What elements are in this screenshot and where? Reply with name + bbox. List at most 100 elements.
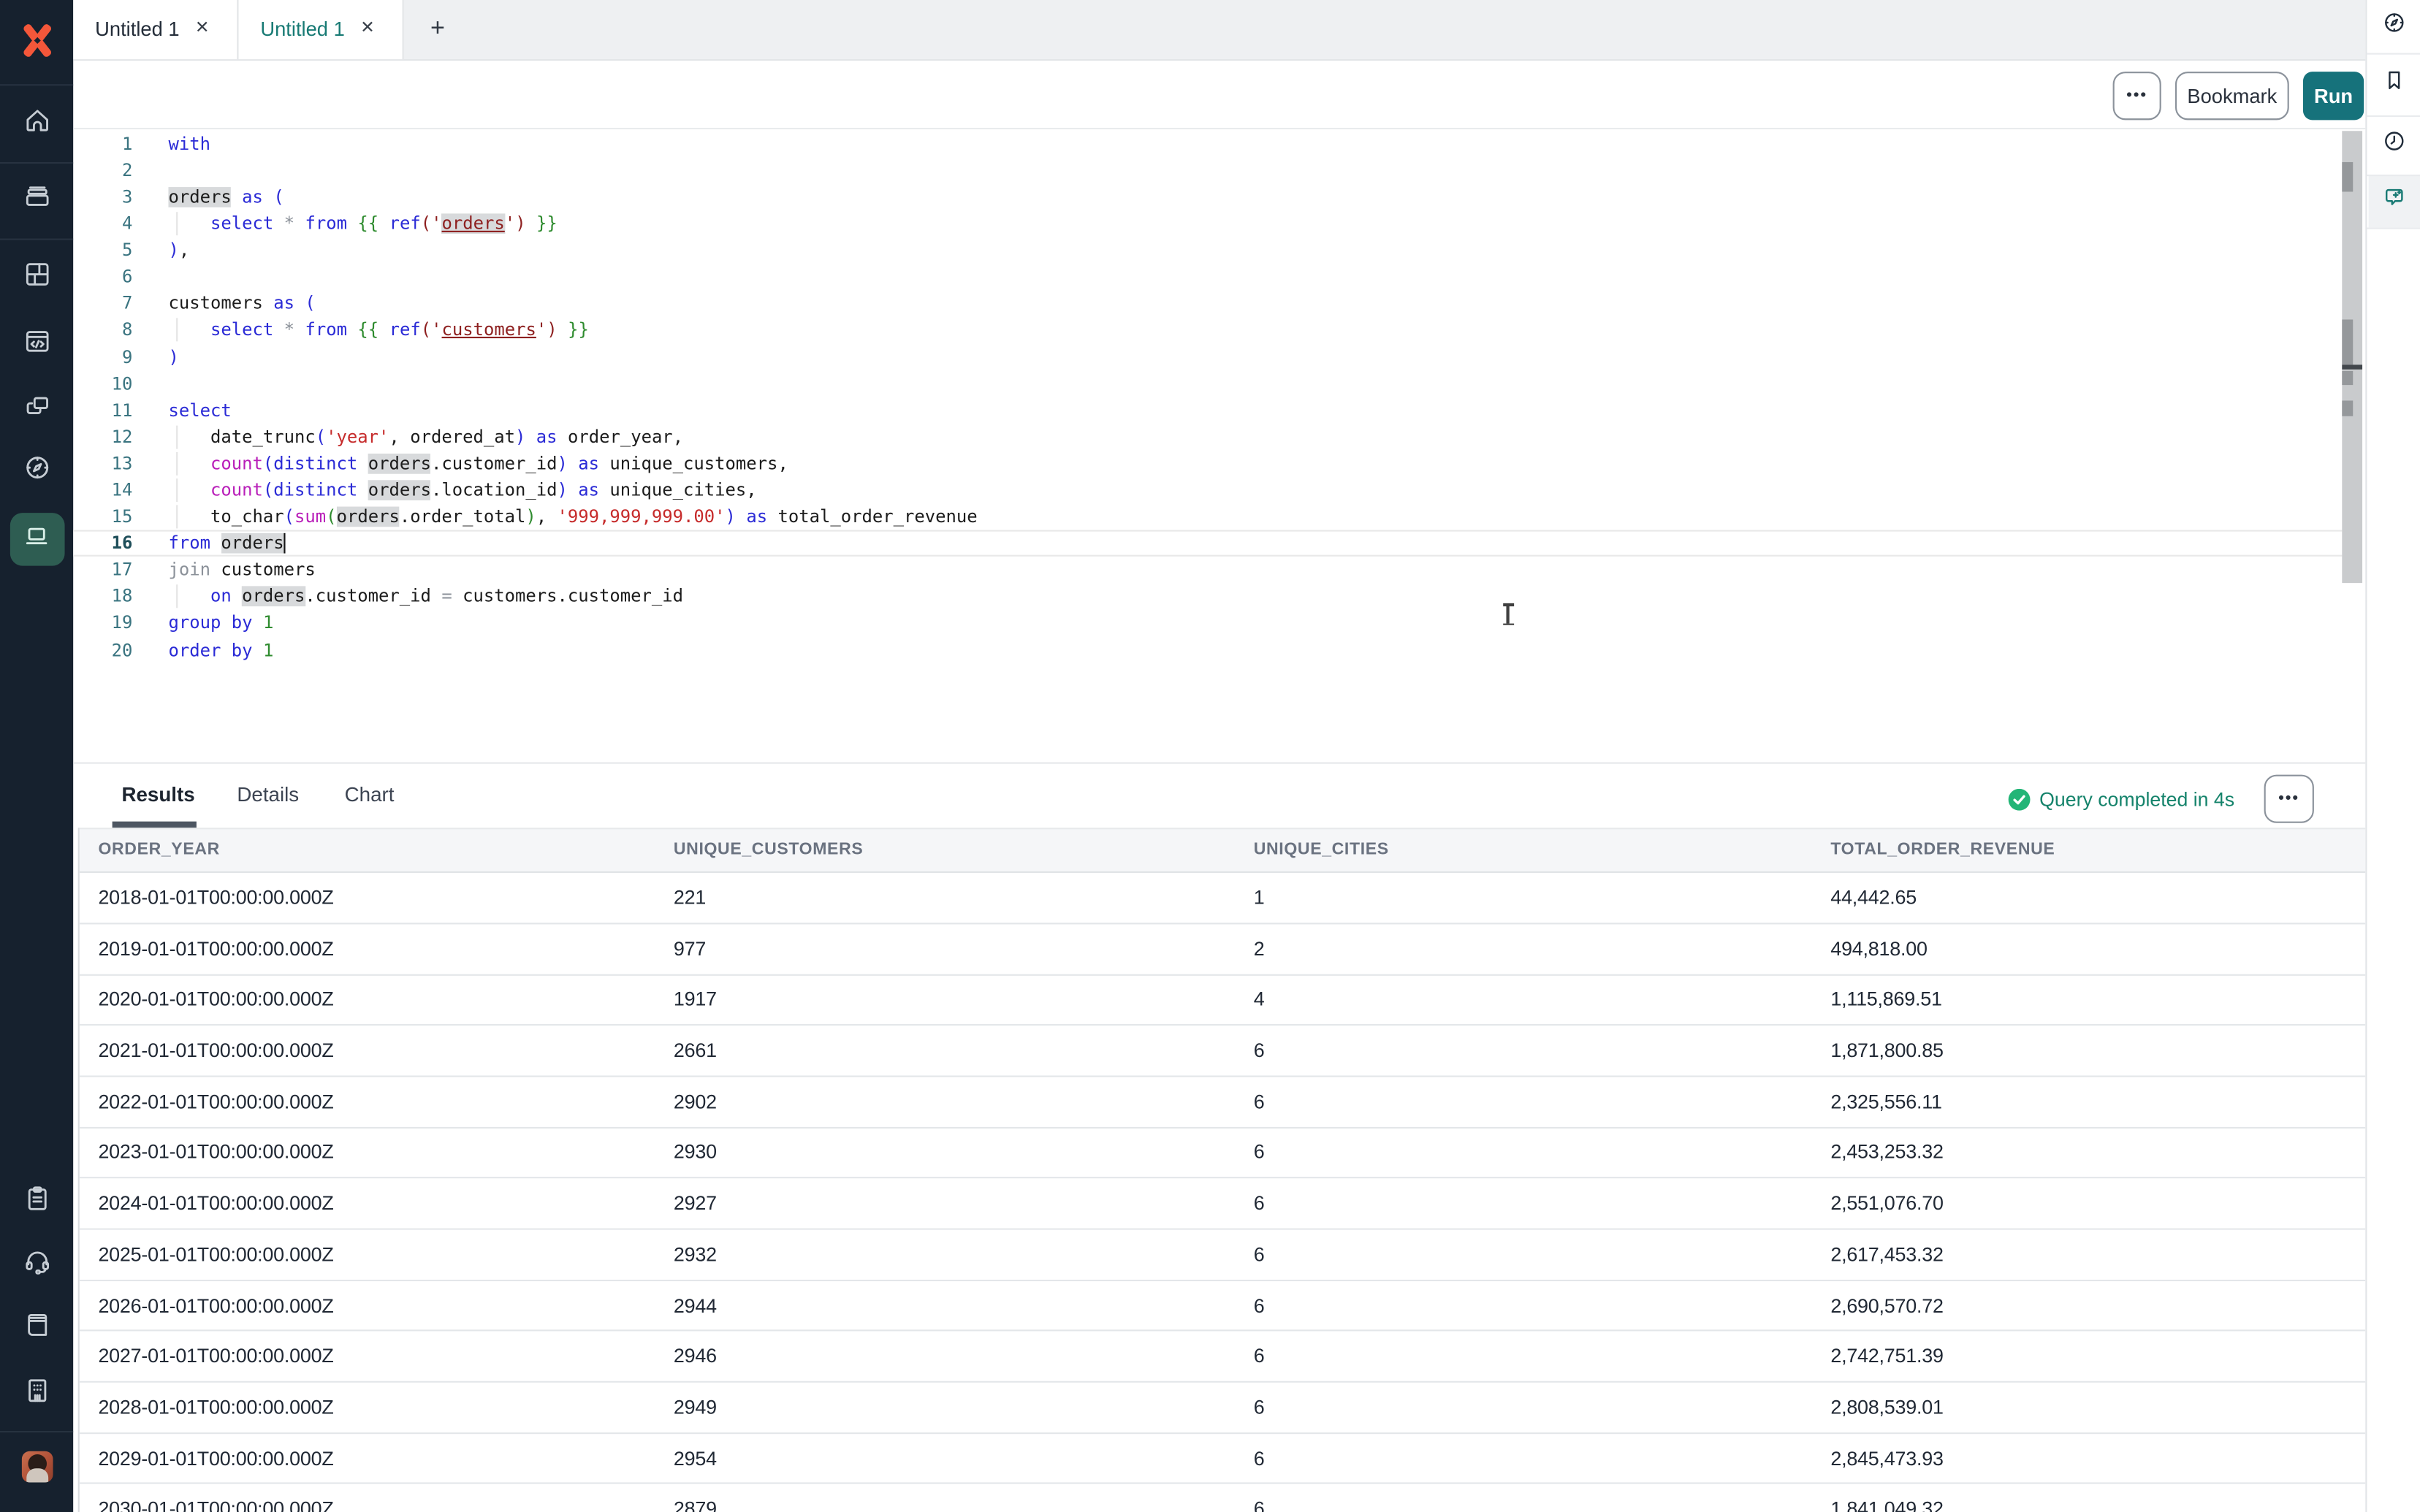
code-text: group by 1 (168, 610, 273, 636)
line-number: 18 (73, 584, 132, 610)
table-row[interactable]: 2019-01-01T00:00:00.000Z9772494,818.00 (80, 924, 2365, 975)
left-sidebar (0, 0, 73, 1512)
table-row[interactable]: 2030-01-01T00:00:00.000Z287961,841,049.3… (80, 1485, 2365, 1512)
windows-icon (21, 390, 53, 429)
table-cell: 4 (1235, 989, 1812, 1011)
app-window: Untitled 1 ✕ Untitled 1 ✕ + ••• Bookmark Ru… (0, 0, 2420, 1512)
sidebar-divider (0, 84, 73, 85)
tab-close-icon[interactable]: ✕ (195, 20, 210, 37)
building-icon (21, 1374, 53, 1413)
rail-item-explore[interactable] (2372, 5, 2416, 49)
sidebar-item-organization[interactable] (10, 1367, 64, 1421)
table-row[interactable]: 2020-01-01T00:00:00.000Z191741,115,869.5… (80, 975, 2365, 1026)
table-cell: 2,690,570.72 (1812, 1294, 2366, 1316)
table-row[interactable]: 2025-01-01T00:00:00.000Z293262,617,453.3… (80, 1230, 2365, 1281)
code-line: 5), (73, 237, 2365, 264)
sidebar-item-tasks[interactable] (10, 1175, 64, 1229)
table-cell: 2021-01-01T00:00:00.000Z (80, 1040, 655, 1062)
table-cell: 6 (1235, 1142, 1812, 1164)
table-cell: 2661 (655, 1040, 1235, 1062)
add-tab-button[interactable]: + (424, 17, 451, 42)
query-status: Query completed in 4s (2008, 788, 2234, 810)
tab-details[interactable]: Details (237, 782, 299, 806)
sidebar-item-terminal[interactable] (9, 513, 64, 566)
line-number: 17 (73, 557, 132, 583)
sidebar-item-code[interactable] (10, 318, 64, 372)
table-cell: 2,808,539.01 (1812, 1397, 2366, 1419)
sidebar-item-apps[interactable] (10, 252, 64, 305)
sidebar-item-inbox[interactable] (10, 174, 64, 227)
rail-item-history[interactable] (2372, 123, 2416, 167)
inbox-tray-icon (21, 181, 53, 220)
line-number: 3 (73, 184, 132, 210)
table-row[interactable]: 2027-01-01T00:00:00.000Z294662,742,751.3… (80, 1332, 2365, 1383)
sidebar-item-explore[interactable] (10, 445, 64, 498)
editor-scrollbar[interactable] (2342, 130, 2362, 583)
editor-tab-1[interactable]: Untitled 1 ✕ (73, 0, 238, 58)
table-cell: 2024-01-01T00:00:00.000Z (80, 1193, 655, 1215)
table-row[interactable]: 2028-01-01T00:00:00.000Z294962,808,539.0… (80, 1383, 2365, 1434)
toolbar: ••• Bookmark Run (73, 61, 2365, 130)
query-status-text: Query completed in 4s (2039, 788, 2234, 810)
code-line: 7customers as ( (73, 291, 2365, 317)
editor-tab-2[interactable]: Untitled 1 ✕ (239, 0, 404, 58)
tab-chart[interactable]: Chart (345, 782, 395, 806)
table-cell: 2023-01-01T00:00:00.000Z (80, 1142, 655, 1164)
line-number: 1 (73, 131, 132, 157)
table-cell: 2927 (655, 1193, 1235, 1215)
sql-editor[interactable]: 1with23orders as (4 select * from {{ ref… (73, 129, 2365, 762)
more-options-button[interactable]: ••• (2113, 71, 2161, 119)
table-cell: 2,453,253.32 (1812, 1142, 2366, 1164)
results-more-options-button[interactable]: ••• (2264, 775, 2314, 823)
active-tab-underline (113, 821, 197, 828)
table-row[interactable]: 2024-01-01T00:00:00.000Z292762,551,076.7… (80, 1179, 2365, 1230)
table-row[interactable]: 2026-01-01T00:00:00.000Z294462,690,570.7… (80, 1280, 2365, 1332)
rail-item-bookmarks[interactable] (2372, 61, 2416, 105)
line-number: 9 (73, 344, 132, 370)
table-cell: 2018-01-01T00:00:00.000Z (80, 887, 655, 909)
table-cell: 2020-01-01T00:00:00.000Z (80, 989, 655, 1011)
sidebar-item-support[interactable] (10, 1237, 64, 1291)
code-text: date_trunc('year', ordered_at) as order_… (168, 424, 683, 450)
ai-chat-icon (2381, 184, 2407, 218)
table-row[interactable]: 2018-01-01T00:00:00.000Z221144,442.65 (80, 873, 2365, 924)
code-line: 18 on orders.customer_id = customers.cus… (73, 584, 2365, 610)
code-line: 12 date_trunc('year', ordered_at) as ord… (73, 424, 2365, 450)
table-cell: 977 (655, 938, 1235, 960)
sidebar-item-home[interactable] (10, 96, 64, 150)
code-line: 9) (73, 344, 2365, 370)
code-line: 11select (73, 397, 2365, 424)
rail-item-ai-assistant[interactable] (2372, 179, 2416, 223)
table-cell: 2944 (655, 1294, 1235, 1316)
table-row[interactable]: 2021-01-01T00:00:00.000Z266161,871,800.8… (80, 1026, 2365, 1077)
app-logo-icon[interactable] (15, 19, 58, 63)
tab-label: Untitled 1 (95, 18, 179, 41)
tab-close-icon[interactable]: ✕ (360, 20, 375, 37)
bookmark-button[interactable]: Bookmark (2175, 71, 2289, 119)
table-cell: 2932 (655, 1244, 1235, 1266)
sidebar-item-windows[interactable] (10, 383, 64, 436)
table-cell: 1,841,049.32 (1812, 1498, 2366, 1512)
table-row[interactable]: 2029-01-01T00:00:00.000Z295462,845,473.9… (80, 1434, 2365, 1485)
code-text: from orders (168, 530, 285, 557)
code-line: 19group by 1 (73, 610, 2365, 636)
sidebar-divider (0, 1430, 73, 1432)
table-cell: 494,818.00 (1812, 938, 2366, 960)
line-number: 12 (73, 424, 132, 450)
tab-label: Untitled 1 (260, 18, 344, 41)
tab-results[interactable]: Results (121, 782, 194, 806)
run-button[interactable]: Run (2303, 71, 2364, 119)
table-row[interactable]: 2022-01-01T00:00:00.000Z290262,325,556.1… (80, 1077, 2365, 1128)
table-row[interactable]: 2023-01-01T00:00:00.000Z293062,453,253.3… (80, 1128, 2365, 1179)
user-avatar[interactable] (21, 1451, 53, 1483)
home-icon (21, 104, 53, 142)
code-line: 17join customers (73, 557, 2365, 583)
code-text: select * from {{ ref('customers') }} (168, 317, 588, 343)
table-cell: 2029-01-01T00:00:00.000Z (80, 1448, 655, 1470)
code-text: select (168, 397, 231, 424)
column-header: UNIQUE_CITIES (1235, 841, 1812, 860)
table-cell: 44,442.65 (1812, 887, 2366, 909)
tab-bar: Untitled 1 ✕ Untitled 1 ✕ + (73, 0, 2365, 61)
sidebar-item-docs[interactable] (10, 1302, 64, 1355)
table-cell: 6 (1235, 1040, 1812, 1062)
